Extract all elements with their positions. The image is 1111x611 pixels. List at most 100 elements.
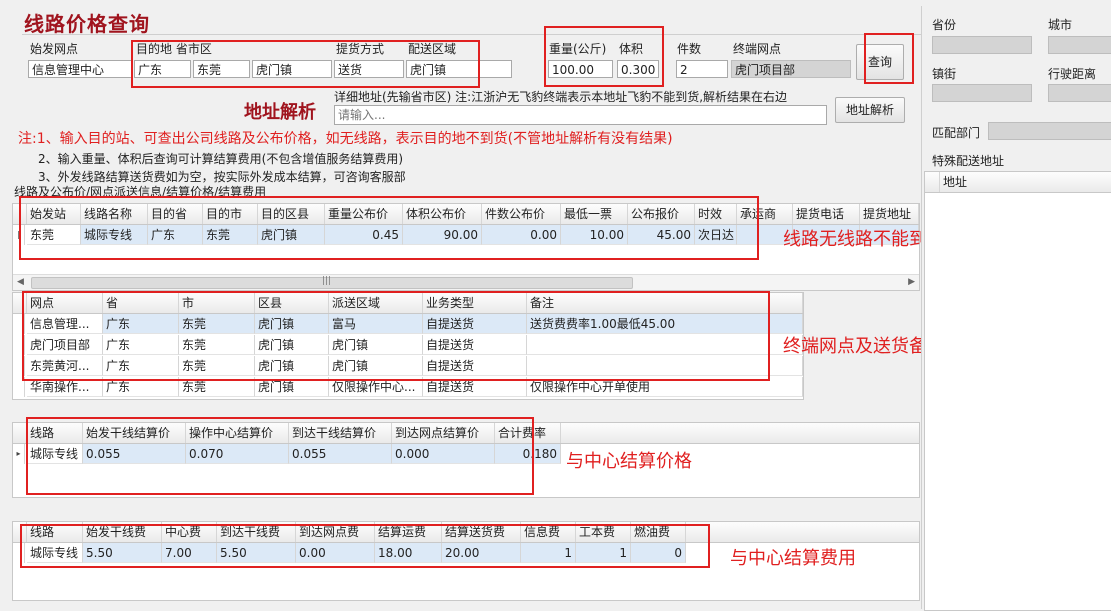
- cell: [527, 356, 803, 376]
- table-row[interactable]: 信息管理... 广东 东莞 虎门镇 富马 自提送货 送货费费率1.00最低45.…: [13, 314, 803, 334]
- terminal-label: 终端网点: [733, 42, 782, 56]
- col-header[interactable]: 体积公布价: [403, 204, 482, 224]
- cell: 0.180: [495, 444, 561, 464]
- special-addr-label: 特殊配送地址: [932, 154, 1005, 168]
- col-header[interactable]: 到达网点费: [296, 522, 375, 542]
- pieces-input[interactable]: 2: [676, 60, 728, 78]
- col-header[interactable]: 线路: [27, 522, 83, 542]
- col-header[interactable]: 网点: [27, 293, 103, 313]
- cell: 1: [576, 543, 631, 563]
- cell: 东莞: [203, 225, 258, 245]
- col-header[interactable]: 到达网点结算价: [392, 423, 495, 443]
- scroll-thumb[interactable]: |||: [31, 276, 633, 289]
- col-header[interactable]: 时效: [695, 204, 737, 224]
- col-header[interactable]: 目的区县: [258, 204, 325, 224]
- outlet-table-header: 网点 省 市 区县 派送区域 业务类型 备注: [13, 293, 803, 314]
- cell: 自提送货: [423, 314, 527, 334]
- origin-label: 始发网点: [30, 42, 79, 56]
- cell: 东莞: [27, 225, 81, 245]
- col-header[interactable]: 市: [179, 293, 255, 313]
- col-header[interactable]: 提货电话: [793, 204, 860, 224]
- settle-price-header: 线路 始发干线结算价 操作中心结算价 到达干线结算价 到达网点结算价 合计费率: [13, 423, 919, 444]
- cell: 5.50: [217, 543, 296, 563]
- origin-input[interactable]: 信息管理中心: [28, 60, 132, 78]
- page-title: 线路价格查询: [24, 12, 150, 36]
- match-dept-label: 匹配部门: [932, 126, 981, 140]
- col-header[interactable]: 件数公布价: [482, 204, 561, 224]
- delivery-area-input[interactable]: 虎门镇: [406, 60, 512, 78]
- col-header[interactable]: 区县: [255, 293, 329, 313]
- dest-province-input[interactable]: 广东: [134, 60, 191, 78]
- pickup-select[interactable]: 送货: [334, 60, 404, 78]
- scroll-right-icon[interactable]: ▶: [908, 277, 915, 287]
- table-row[interactable]: ▸ 城际专线 0.055 0.070 0.055 0.000 0.180: [13, 444, 919, 464]
- col-header[interactable]: 信息费: [521, 522, 576, 542]
- address-parse-button[interactable]: 地址解析: [835, 97, 905, 123]
- cell: 东莞: [179, 314, 255, 334]
- col-header[interactable]: 中心费: [162, 522, 217, 542]
- col-header[interactable]: 省: [103, 293, 179, 313]
- right-panel: 省份 城市 镇街 行驶距离 匹配部门 特殊配送地址 地址: [921, 6, 1111, 611]
- town-output: [932, 84, 1032, 102]
- cell: 自提送货: [423, 335, 527, 355]
- cell: 0: [631, 543, 686, 563]
- col-header[interactable]: 线路名称: [81, 204, 148, 224]
- col-header[interactable]: 业务类型: [423, 293, 527, 313]
- col-header[interactable]: 目的省: [148, 204, 203, 224]
- town-label: 镇街: [932, 67, 957, 81]
- row-selector[interactable]: |: [13, 225, 25, 245]
- col-header[interactable]: 到达干线费: [217, 522, 296, 542]
- table-row[interactable]: 华南操作... 广东 东莞 虎门镇 仅限操作中心... 自提送货 仅限操作中心开…: [13, 377, 803, 397]
- col-header[interactable]: 始发站: [27, 204, 81, 224]
- col-header[interactable]: 始发干线费: [83, 522, 162, 542]
- col-header[interactable]: 线路: [27, 423, 83, 443]
- dest-district-input[interactable]: 虎门镇: [252, 60, 332, 78]
- cell: 45.00: [628, 225, 695, 245]
- cell: 0.070: [186, 444, 289, 464]
- row-pointer-icon: ▸: [13, 444, 25, 464]
- dest-label: 目的地 省市区: [136, 42, 212, 56]
- col-header[interactable]: 最低一票: [561, 204, 628, 224]
- cell: 广东: [103, 335, 179, 355]
- cell: 10.00: [561, 225, 628, 245]
- address-input[interactable]: [334, 105, 827, 125]
- col-header[interactable]: 燃油费: [631, 522, 686, 542]
- cell: 90.00: [403, 225, 482, 245]
- center-fee-annotation: 与中心结算费用: [730, 548, 856, 569]
- dest-city-input[interactable]: 东莞: [193, 60, 250, 78]
- cell: [527, 335, 803, 355]
- address-col-header[interactable]: 地址: [943, 172, 967, 192]
- col-header[interactable]: 始发干线结算价: [83, 423, 186, 443]
- col-header[interactable]: 结算运费: [375, 522, 442, 542]
- weight-input[interactable]: 100.00: [548, 60, 613, 78]
- col-header[interactable]: 派送区域: [329, 293, 423, 313]
- col-header[interactable]: 目的市: [203, 204, 258, 224]
- cell: 次日达: [695, 225, 737, 245]
- table-row[interactable]: 东莞黄河... 广东 东莞 虎门镇 虎门镇 自提送货: [13, 356, 803, 376]
- col-header[interactable]: 工本费: [576, 522, 631, 542]
- table-row[interactable]: 虎门项目部 广东 东莞 虎门镇 虎门镇 自提送货: [13, 335, 803, 355]
- col-header[interactable]: 重量公布价: [325, 204, 403, 224]
- col-header[interactable]: 公布报价: [628, 204, 695, 224]
- route-table-header: 始发站 线路名称 目的省 目的市 目的区县 重量公布价 体积公布价 件数公布价 …: [13, 204, 919, 225]
- cell: 虎门镇: [329, 335, 423, 355]
- col-header[interactable]: 提货地址: [860, 204, 919, 224]
- col-header[interactable]: 合计费率: [495, 423, 561, 443]
- volume-input[interactable]: 0.300: [617, 60, 659, 78]
- col-header[interactable]: 备注: [527, 293, 803, 313]
- scroll-left-icon[interactable]: ◀: [17, 277, 24, 287]
- province-label: 省份: [932, 18, 957, 32]
- special-addr-header: 地址: [925, 172, 1111, 193]
- distance-label: 行驶距离: [1048, 67, 1097, 81]
- cell: 0.00: [296, 543, 375, 563]
- city-output: [1048, 36, 1111, 54]
- cell: 虎门镇: [255, 314, 329, 334]
- col-header[interactable]: 结算送货费: [442, 522, 521, 542]
- cell: 广东: [103, 314, 179, 334]
- terminal-output: 虎门项目部: [731, 60, 851, 78]
- col-header[interactable]: 承运商: [737, 204, 793, 224]
- col-header[interactable]: 到达干线结算价: [289, 423, 392, 443]
- query-button[interactable]: 查询: [856, 44, 904, 80]
- col-header[interactable]: 操作中心结算价: [186, 423, 289, 443]
- route-table-hscrollbar[interactable]: ◀ ||| ▶: [13, 274, 919, 290]
